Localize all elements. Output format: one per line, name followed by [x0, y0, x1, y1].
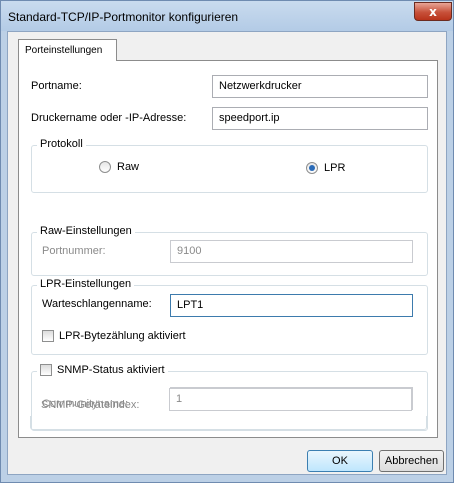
raw-settings-legend-label: Raw-Einstellungen [40, 225, 132, 237]
protocol-legend: Protokoll [37, 138, 86, 150]
snmp-enabled-checkbox[interactable] [40, 364, 52, 376]
lpr-settings-legend: LPR-Einstellungen [37, 278, 135, 290]
printer-address-label: Druckername oder -IP-Adresse: [31, 112, 187, 124]
snmp-legend-label: SNMP-Status aktiviert [57, 364, 165, 376]
snmp-group-bottom [30, 416, 427, 430]
title-bar[interactable]: Standard-TCP/IP-Portmonitor konfiguriere… [1, 1, 453, 31]
dialog-window: Standard-TCP/IP-Portmonitor konfiguriere… [0, 0, 454, 483]
queue-name-label: Warteschlangenname: [42, 298, 152, 310]
queue-name-input[interactable]: LPT1 [170, 294, 413, 317]
port-name-input[interactable]: Netzwerkdrucker [212, 75, 428, 98]
raw-settings-legend: Raw-Einstellungen [37, 225, 135, 237]
snmp-legend[interactable]: SNMP-Status aktiviert [37, 364, 168, 376]
lpr-byte-count-label: LPR-Bytezählung aktiviert [59, 330, 186, 342]
device-index-label: SNMP-Geräteindex: [41, 399, 140, 411]
radio-raw[interactable]: Raw [99, 161, 139, 173]
ok-button[interactable]: OK [307, 450, 373, 472]
lpr-settings-legend-label: LPR-Einstellungen [40, 278, 132, 290]
device-index-input[interactable]: 1 [169, 388, 412, 411]
printer-address-input[interactable]: speedport.ip [212, 107, 428, 130]
lpr-byte-count-checkbox-box [42, 330, 54, 342]
radio-raw-indicator [99, 161, 111, 173]
protocol-legend-label: Protokoll [40, 138, 83, 150]
close-icon: x [429, 4, 437, 19]
port-name-label: Portname: [31, 80, 82, 92]
cancel-button[interactable]: Abbrechen [379, 450, 444, 472]
radio-lpr-label: LPR [324, 162, 346, 174]
close-button[interactable]: x [414, 2, 452, 21]
port-number-label: Portnummer: [42, 245, 106, 257]
radio-lpr[interactable]: LPR [306, 162, 345, 174]
port-number-input[interactable]: 9100 [170, 240, 413, 263]
lpr-byte-count-checkbox[interactable]: LPR-Bytezählung aktiviert [42, 330, 186, 342]
tab-porteinstellungen[interactable]: Porteinstellungen [18, 39, 117, 61]
window-title: Standard-TCP/IP-Portmonitor konfiguriere… [8, 10, 239, 24]
dialog-body: Porteinstellungen Portname: Netzwerkdruc… [7, 31, 447, 475]
radio-raw-label: Raw [117, 161, 140, 173]
radio-lpr-indicator [306, 162, 318, 174]
tab-panel: Portname: Netzwerkdrucker Druckername od… [18, 60, 438, 438]
protocol-group [31, 145, 428, 193]
